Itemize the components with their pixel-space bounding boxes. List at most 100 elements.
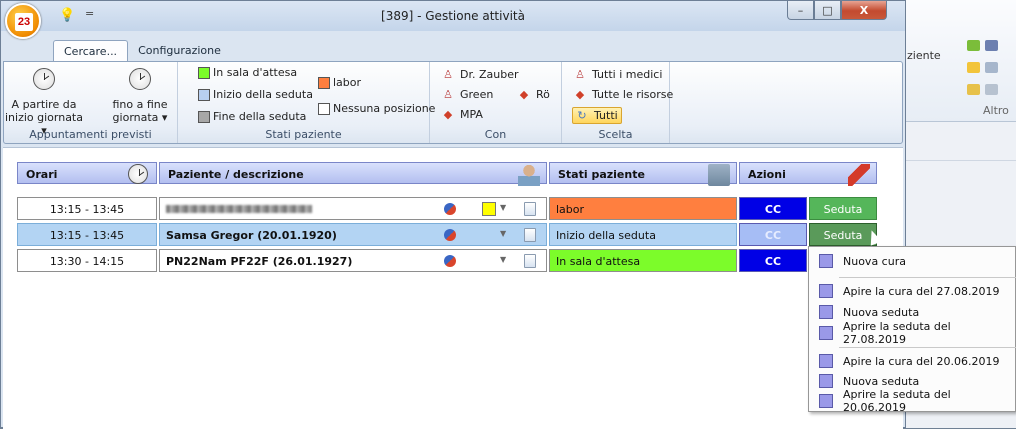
- app-menu-button[interactable]: 23: [5, 3, 41, 39]
- with-group: ♙ Dr. Zauber ♙ Green ◆ MPA ◆ Rö Con: [430, 62, 562, 143]
- background-label: Altro: [983, 104, 1009, 117]
- with-label: Dr. Zauber: [460, 68, 519, 81]
- seduta-button[interactable]: Seduta: [809, 197, 877, 220]
- care-icon: [819, 284, 833, 298]
- appointments-group: A partire da inizio giornata ▾ fino a fi…: [4, 62, 178, 143]
- patient-cell[interactable]: ▼: [159, 197, 547, 220]
- state-label: Nessuna posizione: [333, 102, 436, 115]
- all-resources-button[interactable]: ◆ Tutte le risorse: [574, 87, 674, 101]
- column-header-status[interactable]: Stati paziente: [549, 162, 737, 186]
- state-session-start[interactable]: Inizio della seduta: [198, 88, 313, 101]
- seduta-context-menu: Nuova cura Apire la cura del 27.08.2019 …: [808, 246, 1016, 414]
- table-row[interactable]: 13:15 - 13:45 ▼ labor CC Seduta: [3, 197, 903, 220]
- color-swatch: [318, 102, 330, 115]
- menu-item-open-session[interactable]: Aprire la seduta del 27.08.2019: [809, 320, 1016, 346]
- button-label: fino a fine: [112, 98, 168, 111]
- with-mpa[interactable]: ◆ MPA: [442, 108, 483, 121]
- menu-item-label: Nuova seduta: [843, 374, 920, 388]
- window-title: [389] - Gestione attività: [381, 9, 525, 23]
- pill-icon: [444, 229, 456, 241]
- cc-button[interactable]: CC: [739, 223, 807, 246]
- tab-configurazione[interactable]: Configurazione: [128, 40, 231, 62]
- title-bar: 💡 = [389] - Gestione attività – □ X: [1, 1, 905, 31]
- ribbon: A partire da inizio giornata ▾ fino a fi…: [3, 61, 903, 144]
- status-cell: In sala d'attesa: [549, 249, 737, 272]
- until-end-of-day-button[interactable]: fino a fine giornata ▾: [104, 68, 176, 124]
- color-swatch: [198, 66, 210, 79]
- document-icon[interactable]: [524, 202, 536, 216]
- state-labor[interactable]: labor: [318, 76, 361, 89]
- patient-cell[interactable]: PN22Nam PF22F (26.01.1927) ▼: [159, 249, 547, 272]
- color-indicator[interactable]: [482, 202, 496, 216]
- main-window: 💡 = [389] - Gestione attività – □ X 23 C…: [0, 0, 906, 429]
- group-caption: Con: [484, 128, 507, 141]
- color-swatch: [198, 110, 210, 123]
- chevron-down-icon[interactable]: ▼: [500, 229, 506, 238]
- chevron-down-icon[interactable]: ▼: [500, 203, 506, 212]
- choice-group: ♙ Tutti i medici ◆ Tutte le risorse ↻ Tu…: [562, 62, 674, 143]
- with-green[interactable]: ♙ Green: [442, 88, 493, 101]
- state-label: labor: [333, 76, 362, 89]
- close-button[interactable]: X: [841, 1, 887, 20]
- background-icon: [967, 62, 980, 73]
- background-icon: [985, 40, 998, 51]
- session-icon: [819, 326, 833, 340]
- all-button[interactable]: ↻ Tutti: [572, 107, 622, 124]
- patient-name: PN22Nam PF22F (26.01.1927): [166, 255, 353, 268]
- background-toolbar: [901, 160, 1016, 180]
- table-row[interactable]: 13:15 - 13:45 Samsa Gregor (20.01.1920) …: [3, 223, 903, 246]
- table-row[interactable]: 13:30 - 14:15 PN22Nam PF22F (26.01.1927)…: [3, 249, 903, 272]
- choice-label: Tutte le risorse: [592, 88, 674, 101]
- with-label: Rö: [536, 88, 550, 101]
- group-caption: Stati paziente: [265, 128, 342, 141]
- background-ribbon: ziente Altro: [901, 0, 1016, 122]
- refresh-icon: ↻: [577, 108, 587, 122]
- menu-separator: [839, 277, 1016, 278]
- state-label: Inizio della seduta: [213, 88, 313, 101]
- column-header-times[interactable]: Orari: [17, 162, 157, 184]
- with-dr-zauber[interactable]: ♙ Dr. Zauber: [442, 68, 519, 81]
- menu-separator: [839, 347, 1016, 348]
- menu-item-open-care[interactable]: Apire la cura del 20.06.2019: [809, 351, 1016, 371]
- all-doctors-button[interactable]: ♙ Tutti i medici: [574, 68, 662, 81]
- resource-icon: ◆: [575, 87, 585, 101]
- clock-icon: [129, 68, 151, 90]
- choice-label: Tutti: [594, 109, 618, 122]
- pen-icon: [848, 164, 870, 186]
- clock-icon: [128, 164, 150, 186]
- document-icon[interactable]: [524, 228, 536, 242]
- menu-item-open-session[interactable]: Aprire la seduta del 20.06.2019: [809, 388, 1016, 414]
- state-waiting-room[interactable]: In sala d'attesa: [198, 66, 297, 79]
- tab-cercare[interactable]: Cercare...: [53, 40, 129, 63]
- cc-button[interactable]: CC: [739, 249, 807, 272]
- resource-icon: ◆: [443, 107, 453, 121]
- doctor-icon: ♙: [443, 87, 453, 101]
- document-icon[interactable]: [524, 254, 536, 268]
- chevron-down-icon[interactable]: ▼: [500, 255, 506, 264]
- header-label: Paziente / descrizione: [168, 168, 304, 181]
- minimize-button[interactable]: –: [787, 1, 814, 20]
- menu-item-new-session[interactable]: Nuova seduta: [809, 302, 1016, 322]
- state-no-position[interactable]: Nessuna posizione: [318, 102, 435, 115]
- from-start-of-day-button[interactable]: A partire da inizio giornata ▾: [4, 68, 84, 137]
- column-header-patient[interactable]: Paziente / descrizione: [159, 162, 547, 186]
- session-icon: [819, 394, 833, 408]
- state-label: Fine della seduta: [213, 110, 307, 123]
- button-label: giornata ▾: [112, 111, 168, 124]
- cc-button[interactable]: CC: [739, 197, 807, 220]
- menu-item-new-care[interactable]: Nuova cura: [809, 251, 1016, 271]
- with-ro[interactable]: ◆ Rö: [518, 88, 550, 101]
- maximize-button[interactable]: □: [814, 1, 841, 20]
- with-label: MPA: [460, 108, 483, 121]
- menu-item-open-care[interactable]: Apire la cura del 27.08.2019: [809, 281, 1016, 301]
- column-header-actions[interactable]: Azioni: [739, 162, 877, 186]
- care-icon: [819, 354, 833, 368]
- patient-cell[interactable]: Samsa Gregor (20.01.1920) ▼: [159, 223, 547, 246]
- time-cell: 13:30 - 14:15: [17, 249, 157, 272]
- background-label: ziente: [907, 49, 941, 62]
- with-label: Green: [460, 88, 494, 101]
- choice-label: Tutti i medici: [592, 68, 663, 81]
- state-label: In sala d'attesa: [213, 66, 298, 79]
- state-session-end[interactable]: Fine della seduta: [198, 110, 306, 123]
- resource-icon: ◆: [519, 87, 529, 101]
